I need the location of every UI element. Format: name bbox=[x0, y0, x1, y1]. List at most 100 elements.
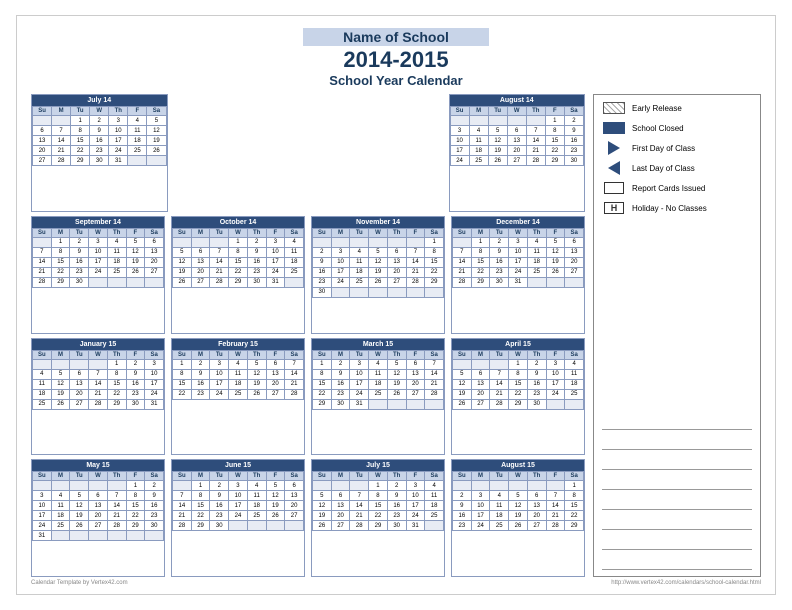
calendar-day: 1 bbox=[51, 237, 70, 247]
calendar-july-14: July 14SuMTuWThFSa1234567891011121314151… bbox=[31, 94, 168, 212]
calendar-day: 21 bbox=[526, 146, 545, 156]
calendar-day: 26 bbox=[369, 277, 388, 287]
day-header: Sa bbox=[565, 350, 584, 359]
calendar-day: 28 bbox=[89, 399, 108, 409]
calendar-day: 26 bbox=[247, 389, 266, 399]
calendar-day: 24 bbox=[331, 277, 350, 287]
day-header: Su bbox=[173, 228, 192, 237]
day-header: Su bbox=[33, 107, 52, 116]
legend-last-day: Last Day of Class bbox=[602, 161, 752, 175]
day-header: M bbox=[191, 472, 210, 481]
calendar-day: 27 bbox=[89, 521, 108, 531]
calendar-day: 5 bbox=[147, 116, 166, 126]
calendar-day: 28 bbox=[52, 156, 71, 166]
calendar-day: 7 bbox=[490, 369, 509, 379]
calendar-day: 19 bbox=[173, 267, 192, 277]
calendar-day: 13 bbox=[70, 379, 89, 389]
calendar-day: 26 bbox=[488, 156, 507, 166]
calendar-day: 17 bbox=[89, 257, 108, 267]
day-header: Sa bbox=[145, 472, 164, 481]
calendar-october-14: October 14SuMTuWThFSa1234567891011121314… bbox=[171, 216, 305, 334]
calendar-day bbox=[331, 481, 350, 491]
calendar-day: 6 bbox=[565, 237, 584, 247]
calendar-february-15: February 15SuMTuWThFSa123456789101112131… bbox=[171, 338, 305, 456]
calendar-day: 9 bbox=[210, 491, 229, 501]
calendar-day: 10 bbox=[546, 369, 565, 379]
calendar-header: August 14 bbox=[450, 95, 585, 106]
calendar-day: 13 bbox=[507, 136, 526, 146]
calendar-april-15: April 15SuMTuWThFSa123456789101112131415… bbox=[451, 338, 585, 456]
calendar-day bbox=[313, 237, 332, 247]
hatch-icon bbox=[602, 101, 626, 115]
calendar-day: 24 bbox=[33, 521, 52, 531]
calendar-day: 19 bbox=[488, 146, 507, 156]
calendar-day: 27 bbox=[266, 389, 285, 399]
calendar-day: 6 bbox=[507, 126, 526, 136]
calendar-day bbox=[425, 399, 444, 409]
calendar-day: 5 bbox=[173, 247, 192, 257]
calendar-day: 31 bbox=[33, 531, 52, 541]
day-header: Th bbox=[527, 472, 546, 481]
calendar-day: 30 bbox=[564, 156, 583, 166]
calendar-day: 6 bbox=[285, 481, 304, 491]
calendar-day: 29 bbox=[107, 399, 126, 409]
calendar-day: 23 bbox=[247, 267, 266, 277]
calendar-header: April 15 bbox=[452, 339, 584, 350]
day-header: W bbox=[89, 350, 108, 359]
calendar-day: 14 bbox=[89, 379, 108, 389]
day-header: Tu bbox=[490, 350, 509, 359]
day-header: Su bbox=[33, 472, 52, 481]
legend-line-1 bbox=[602, 416, 752, 430]
day-header: M bbox=[331, 350, 350, 359]
calendar-day: 5 bbox=[509, 491, 528, 501]
calendar-day: 21 bbox=[490, 389, 509, 399]
calendar-day: 21 bbox=[33, 267, 52, 277]
day-header: W bbox=[509, 472, 528, 481]
calendar-day: 5 bbox=[51, 369, 70, 379]
calendar-day bbox=[490, 359, 509, 369]
calendar-day: 18 bbox=[229, 379, 248, 389]
calendar-day: 1 bbox=[191, 481, 210, 491]
calendar-day: 17 bbox=[471, 511, 490, 521]
calendar-july-15: July 15SuMTuWThFSa1234567891011121314151… bbox=[311, 459, 445, 577]
calendar-header: May 15 bbox=[32, 460, 164, 471]
calendar-grid: SuMTuWThFSa12345678910111213141516171819… bbox=[172, 228, 304, 288]
calendar-day: 14 bbox=[210, 257, 229, 267]
calendar-day bbox=[546, 399, 565, 409]
day-header: W bbox=[369, 228, 388, 237]
calendar-day: 28 bbox=[453, 277, 472, 287]
day-header: W bbox=[369, 472, 388, 481]
calendar-day: 25 bbox=[425, 511, 444, 521]
calendar-day: 21 bbox=[52, 146, 71, 156]
calendar-day: 18 bbox=[33, 389, 52, 399]
calendar-day: 12 bbox=[266, 491, 285, 501]
calendar-day bbox=[52, 116, 71, 126]
calendar-day: 8 bbox=[173, 369, 192, 379]
calendar-day bbox=[70, 531, 89, 541]
calendar-day: 2 bbox=[331, 359, 350, 369]
day-header: F bbox=[406, 228, 425, 237]
calendar-day: 30 bbox=[70, 277, 89, 287]
calendar-day: 5 bbox=[488, 126, 507, 136]
calendar-day: 9 bbox=[145, 491, 164, 501]
calendar-day: 3 bbox=[406, 481, 425, 491]
calendar-day: 28 bbox=[350, 521, 369, 531]
calendar-day: 12 bbox=[488, 136, 507, 146]
legend-holiday: H Holiday - No Classes bbox=[602, 201, 752, 215]
calendar-day: 26 bbox=[313, 521, 332, 531]
calendar-day: 27 bbox=[387, 277, 406, 287]
calendar-day: 1 bbox=[471, 237, 490, 247]
calendar-day: 8 bbox=[369, 491, 388, 501]
day-header: Tu bbox=[70, 228, 89, 237]
calendar-day: 4 bbox=[565, 359, 584, 369]
calendar-day: 25 bbox=[350, 277, 369, 287]
day-header: Th bbox=[107, 350, 126, 359]
calendar-day: 27 bbox=[33, 156, 52, 166]
calendar-day: 6 bbox=[33, 126, 52, 136]
calendar-day: 22 bbox=[509, 389, 528, 399]
calendar-day: 12 bbox=[173, 257, 192, 267]
calendar-day bbox=[145, 531, 164, 541]
calendar-day: 4 bbox=[128, 116, 147, 126]
calendar-header: October 14 bbox=[172, 217, 304, 228]
calendar-day bbox=[369, 399, 388, 409]
